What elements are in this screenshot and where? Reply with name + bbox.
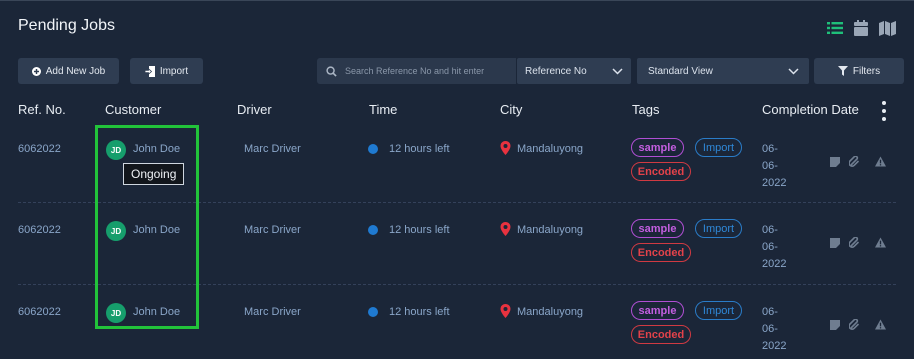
filters-label: Filters — [852, 65, 881, 77]
tag-sample[interactable]: sample — [631, 301, 684, 320]
completion-date-part: 06- — [762, 160, 778, 172]
status-dot — [368, 225, 378, 235]
tag-import[interactable]: Import — [695, 138, 742, 157]
import-icon — [144, 65, 155, 77]
location-pin-icon — [500, 222, 511, 236]
filters-button[interactable]: Filters — [814, 58, 904, 84]
column-header-completion-date[interactable]: Completion Date — [762, 102, 859, 117]
add-new-job-button[interactable]: Add New Job — [18, 58, 119, 84]
completion-date: 06- 06- 2022 — [762, 141, 792, 192]
notes-icon[interactable] — [829, 156, 840, 167]
ref-number[interactable]: 6062022 — [18, 306, 61, 318]
completion-date-part: 06- — [762, 323, 778, 335]
driver-name[interactable]: Marc Driver — [244, 306, 301, 318]
plus-circle-icon — [31, 66, 41, 76]
completion-date-part: 2022 — [762, 340, 787, 352]
tag-sample[interactable]: sample — [631, 219, 684, 238]
time-left: 12 hours left — [389, 306, 450, 318]
attachment-icon[interactable] — [849, 319, 860, 330]
time-left: 12 hours left — [389, 224, 450, 236]
city-name: Mandaluyong — [517, 224, 584, 236]
column-header-driver[interactable]: Driver — [237, 102, 272, 117]
search-icon — [326, 65, 337, 77]
tag-import[interactable]: Import — [695, 301, 742, 320]
tag-encoded[interactable]: Encoded — [631, 162, 691, 181]
tag-encoded[interactable]: Encoded — [631, 325, 691, 344]
ref-number[interactable]: 6062022 — [18, 143, 61, 155]
status-dot — [368, 144, 378, 154]
tag-encoded[interactable]: Encoded — [631, 243, 691, 262]
search-input[interactable] — [345, 66, 505, 76]
search-field-select[interactable]: Reference No — [517, 58, 631, 84]
view-select[interactable]: Standard View — [637, 58, 809, 84]
completion-date: 06- 06- 2022 — [762, 222, 792, 273]
map-view-icon[interactable] — [878, 19, 896, 37]
attachment-icon[interactable] — [849, 237, 860, 248]
city-name: Mandaluyong — [517, 306, 584, 318]
list-view-icon[interactable] — [826, 19, 844, 37]
status-dot — [368, 307, 378, 317]
notes-icon[interactable] — [829, 319, 840, 330]
completion-date: 06- 06- 2022 — [762, 304, 792, 355]
filter-icon — [837, 66, 848, 76]
column-header-customer[interactable]: Customer — [105, 102, 161, 117]
warning-icon[interactable] — [875, 319, 886, 330]
tag-sample[interactable]: sample — [631, 138, 684, 157]
driver-name[interactable]: Marc Driver — [244, 224, 301, 236]
completion-date-part: 2022 — [762, 177, 787, 189]
column-header-city[interactable]: City — [500, 102, 522, 117]
column-header-time[interactable]: Time — [369, 102, 397, 117]
completion-date-part: 06- — [762, 224, 778, 236]
view-switcher — [826, 19, 896, 37]
completion-date-part: 06- — [762, 143, 778, 155]
ref-number[interactable]: 6062022 — [18, 224, 61, 236]
add-new-job-label: Add New Job — [45, 65, 106, 77]
completion-date-part: 06- — [762, 241, 778, 253]
location-pin-icon — [500, 304, 511, 318]
search-field-select-value: Reference No — [525, 65, 587, 77]
location-pin-icon — [500, 141, 511, 155]
chevron-down-icon — [612, 67, 623, 75]
search-bar — [317, 58, 516, 84]
time-left: 12 hours left — [389, 143, 450, 155]
chevron-down-icon — [788, 67, 799, 75]
import-button[interactable]: Import — [130, 58, 203, 84]
column-header-tags[interactable]: Tags — [632, 102, 659, 117]
tag-import[interactable]: Import — [695, 219, 742, 238]
city-name: Mandaluyong — [517, 143, 584, 155]
column-options-icon[interactable] — [880, 101, 888, 121]
attachment-icon[interactable] — [849, 156, 860, 167]
warning-icon[interactable] — [875, 237, 886, 248]
customer-column-highlight — [95, 125, 199, 329]
page-title: Pending Jobs — [18, 17, 115, 34]
completion-date-part: 2022 — [762, 258, 787, 270]
calendar-view-icon[interactable] — [852, 19, 870, 37]
notes-icon[interactable] — [829, 237, 840, 248]
view-select-value: Standard View — [648, 65, 713, 77]
warning-icon[interactable] — [875, 156, 886, 167]
column-header-ref[interactable]: Ref. No. — [18, 102, 66, 117]
driver-name[interactable]: Marc Driver — [244, 143, 301, 155]
import-label: Import — [159, 65, 189, 77]
completion-date-part: 06- — [762, 306, 778, 318]
